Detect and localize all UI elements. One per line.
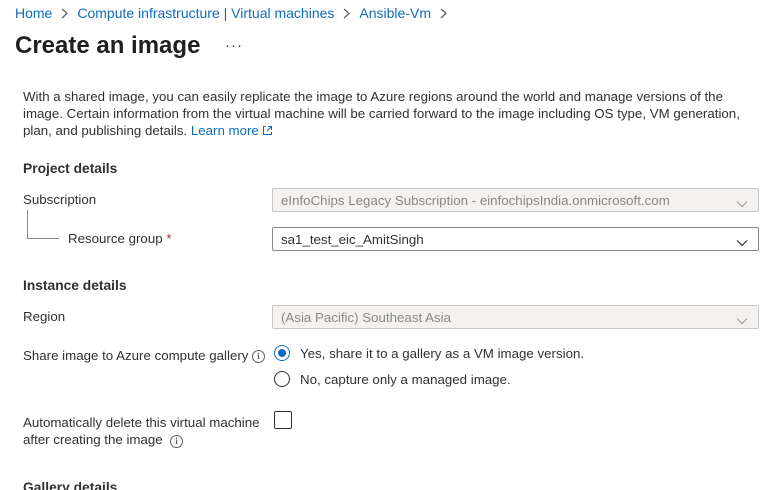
gallery-details-heading: Gallery details	[23, 478, 223, 490]
more-actions-button[interactable]: ···	[225, 37, 243, 54]
resource-group-label: Resource group *	[68, 231, 172, 246]
tree-connector	[27, 210, 28, 238]
external-link-icon	[262, 123, 273, 140]
share-yes-label[interactable]: Yes, share it to a gallery as a VM image…	[300, 346, 584, 361]
learn-more-link[interactable]: Learn more	[191, 123, 273, 138]
subscription-label: Subscription	[23, 192, 97, 207]
resource-group-label-text: Resource group	[68, 231, 163, 246]
learn-more-label: Learn more	[190, 123, 259, 138]
share-gallery-label: Share image to Azure compute gallery	[23, 348, 249, 363]
chevron-right-icon	[440, 8, 447, 19]
auto-delete-checkbox[interactable]	[274, 411, 292, 429]
region-label: Region	[23, 309, 66, 324]
chevron-down-icon	[736, 196, 748, 211]
intro-text: With a shared image, you can easily repl…	[23, 88, 753, 140]
share-no-radio[interactable]	[274, 371, 290, 387]
resource-group-value: sa1_test_eic_AmitSingh	[281, 231, 424, 247]
project-details-heading: Project details	[23, 161, 118, 176]
region-dropdown: (Asia Pacific) Southeast Asia	[272, 305, 759, 329]
region-value: (Asia Pacific) Southeast Asia	[281, 309, 451, 325]
tree-connector	[27, 238, 59, 239]
subscription-dropdown: eInfoChips Legacy Subscription - einfoch…	[272, 188, 759, 212]
auto-delete-label-line1: Automatically delete this virtual machin…	[23, 415, 260, 430]
gallery-details-heading-text: Gallery details	[23, 480, 118, 490]
intro-body: With a shared image, you can easily repl…	[23, 89, 740, 138]
info-icon[interactable]: i	[252, 350, 265, 363]
page-title: Create an image	[15, 32, 201, 59]
breadcrumb-virtual-machines[interactable]: Compute infrastructure | Virtual machine…	[77, 5, 334, 21]
auto-delete-label-line2: after creating the image	[23, 432, 163, 447]
share-yes-radio[interactable]	[274, 345, 290, 361]
breadcrumb: Home Compute infrastructure | Virtual ma…	[15, 4, 456, 22]
breadcrumb-home[interactable]: Home	[15, 5, 52, 21]
chevron-down-icon	[736, 235, 748, 250]
share-no-label[interactable]: No, capture only a managed image.	[300, 372, 511, 387]
subscription-value: eInfoChips Legacy Subscription - einfoch…	[281, 192, 670, 208]
info-icon[interactable]: i	[170, 435, 183, 448]
instance-details-heading: Instance details	[23, 278, 127, 293]
required-indicator: *	[166, 231, 172, 246]
chevron-right-icon	[343, 8, 351, 19]
chevron-right-icon	[61, 8, 69, 19]
breadcrumb-vm[interactable]: Ansible-Vm	[359, 5, 431, 21]
resource-group-dropdown[interactable]: sa1_test_eic_AmitSingh	[272, 227, 759, 251]
chevron-down-icon	[736, 313, 748, 328]
